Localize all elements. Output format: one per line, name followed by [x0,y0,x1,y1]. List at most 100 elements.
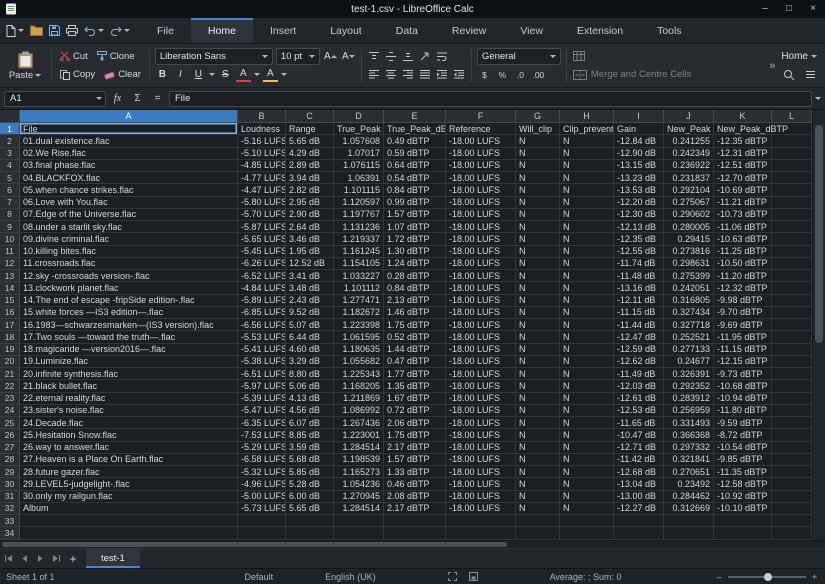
cell-D27[interactable]: 1.284514 [334,442,384,454]
cell-E24[interactable]: 0.72 dBTP [384,405,446,417]
align-center-button[interactable] [384,69,398,80]
row-header-19[interactable]: 19 [0,344,20,356]
cell-J6[interactable]: 0.292104 [664,184,714,196]
cell-A4[interactable]: 03.final phase.flac [20,160,238,172]
cell-D19[interactable]: 1.180635 [334,344,384,356]
cell-H5[interactable]: N [560,172,614,184]
cell-H7[interactable]: N [560,197,614,209]
cell-G28[interactable]: N [516,454,560,466]
cell-K13[interactable]: -11.20 dBTP [714,270,772,282]
cell-D5[interactable]: 1.06391 [334,172,384,184]
cell-L30[interactable] [772,478,812,490]
cell-C19[interactable]: 4.60 dB [286,344,334,356]
cell-G16[interactable]: N [516,307,560,319]
search-button[interactable] [782,69,796,81]
cell-A29[interactable]: 28.future gazer.flac [20,466,238,478]
cell-L12[interactable] [772,258,812,270]
cell-L11[interactable] [772,246,812,258]
cell-G7[interactable]: N [516,197,560,209]
cell-L34[interactable] [772,527,812,539]
cell-L9[interactable] [772,221,812,233]
cell-D12[interactable]: 1.154105 [334,258,384,270]
column-header-E[interactable]: E [384,110,446,123]
cell-A34[interactable] [20,527,238,539]
cell-G25[interactable]: N [516,417,560,429]
cell-J3[interactable]: 0.242349 [664,148,714,160]
cell-A19[interactable]: 18.magicaride —version2016—.flac [20,344,238,356]
cell-H17[interactable]: N [560,319,614,331]
cell-K30[interactable]: -12.58 dBTP [714,478,772,490]
cell-G1[interactable]: Will_clip [516,123,560,135]
cell-I6[interactable]: -13.53 dB [614,184,664,196]
last-sheet-button[interactable] [48,549,64,568]
cell-B28[interactable]: -6.58 LUFS [238,454,286,466]
cell-A11[interactable]: 10.killing bites.flac [20,246,238,258]
cell-G13[interactable]: N [516,270,560,282]
cell-I8[interactable]: -12.30 dB [614,209,664,221]
cell-F19[interactable]: -18.00 LUFS [446,344,516,356]
row-header-10[interactable]: 10 [0,233,20,245]
cell-D17[interactable]: 1.223398 [334,319,384,331]
font-size-select[interactable]: 10 pt [276,48,320,65]
cell-H23[interactable]: N [560,393,614,405]
align-left-button[interactable] [367,69,381,80]
redo-button[interactable] [110,26,130,36]
cell-K5[interactable]: -12.70 dBTP [714,172,772,184]
cell-L19[interactable] [772,344,812,356]
cell-B8[interactable]: -5.70 LUFS [238,209,286,221]
tab-extension[interactable]: Extension [560,18,640,43]
cell-A14[interactable]: 13.clockwork planet.flac [20,282,238,294]
cell-E6[interactable]: 0.84 dBTP [384,184,446,196]
cell-L6[interactable] [772,184,812,196]
cell-F16[interactable]: -18.00 LUFS [446,307,516,319]
cell-E15[interactable]: 2.13 dBTP [384,295,446,307]
cell-E30[interactable]: 0.46 dBTP [384,478,446,490]
number-format-select[interactable]: General [477,48,561,65]
cell-L2[interactable] [772,135,812,147]
cell-F2[interactable]: -18.00 LUFS [446,135,516,147]
cell-I30[interactable]: -13.04 dB [614,478,664,490]
cell-L24[interactable] [772,405,812,417]
cell-B5[interactable]: -4.77 LUFS [238,172,286,184]
cut-button[interactable]: Cut [57,47,91,65]
cell-G30[interactable]: N [516,478,560,490]
underline-button[interactable]: U [191,67,206,83]
cell-I14[interactable]: -13.16 dB [614,282,664,294]
cell-K14[interactable]: -12.32 dBTP [714,282,772,294]
print-button[interactable] [66,25,78,36]
save-button[interactable] [49,25,60,36]
cell-D33[interactable] [334,515,384,527]
cell-D18[interactable]: 1.061595 [334,331,384,343]
expand-formula-bar-button[interactable] [815,97,821,103]
cell-F25[interactable]: -18.00 LUFS [446,417,516,429]
cell-I28[interactable]: -11.42 dB [614,454,664,466]
cell-F5[interactable]: -18.00 LUFS [446,172,516,184]
cell-J2[interactable]: 0.241255 [664,135,714,147]
cell-J26[interactable]: 0.366368 [664,429,714,441]
cell-D32[interactable]: 1.284514 [334,503,384,515]
cell-D21[interactable]: 1.225343 [334,368,384,380]
cell-C28[interactable]: 5.68 dB [286,454,334,466]
cell-K12[interactable]: -10.50 dBTP [714,258,772,270]
cell-E23[interactable]: 1.67 dBTP [384,393,446,405]
underline-options-caret-icon[interactable] [209,73,215,79]
cell-K15[interactable]: -9.98 dBTP [714,295,772,307]
cell-G5[interactable]: N [516,172,560,184]
cell-H15[interactable]: N [560,295,614,307]
zoom-slider-knob[interactable] [764,573,772,581]
cell-D3[interactable]: 1.07017 [334,148,384,160]
open-button[interactable] [30,25,43,36]
cell-G31[interactable]: N [516,491,560,503]
cell-E27[interactable]: 2.17 dBTP [384,442,446,454]
cell-J32[interactable]: 0.312669 [664,503,714,515]
cell-A28[interactable]: 27.Heaven is a Place On Earth.flac [20,454,238,466]
cell-E3[interactable]: 0.59 dBTP [384,148,446,160]
cell-F34[interactable] [446,527,516,539]
maximize-button[interactable]: □ [777,0,801,18]
cell-J28[interactable]: 0.321841 [664,454,714,466]
cell-H3[interactable]: N [560,148,614,160]
highlight-color-caret-icon[interactable] [281,73,287,79]
cell-F7[interactable]: -18.00 LUFS [446,197,516,209]
cell-C20[interactable]: 3.29 dB [286,356,334,368]
function-wizard-button[interactable]: fx [109,93,126,104]
